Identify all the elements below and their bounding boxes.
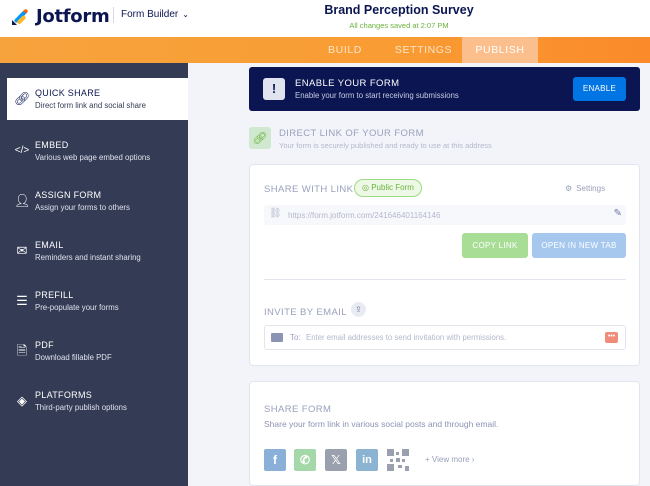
- prefill-icon: ☰: [16, 293, 28, 308]
- sidebar-item-assign-form[interactable]: 👤︎ ASSIGN FORM Assign your forms to othe…: [0, 178, 188, 228]
- sidebar-item-subtitle: Assign your forms to others: [35, 203, 130, 212]
- sidebar-item-embed[interactable]: </> EMBED Various web page embed options: [0, 128, 188, 178]
- settings-label: Settings: [576, 184, 606, 193]
- contacts-icon[interactable]: •••: [605, 332, 618, 343]
- public-form-label: Public Form: [371, 183, 414, 192]
- sidebar-item-quick-share[interactable]: 🔗︎ QUICK SHARE Direct form link and soci…: [7, 78, 188, 120]
- divider: [264, 279, 626, 280]
- sidebar-item-title: EMBED: [35, 140, 69, 150]
- tab-publish[interactable]: PUBLISH: [462, 37, 538, 63]
- share-with-link-label: SHARE WITH LINK: [264, 184, 354, 195]
- share-form-label: SHARE FORM: [264, 404, 332, 415]
- public-form-badge[interactable]: ◎ Public Form: [354, 179, 422, 197]
- sidebar-item-title: PDF: [35, 340, 54, 350]
- enable-button[interactable]: ENABLE: [573, 77, 626, 101]
- gear-icon: ⚙: [565, 184, 573, 193]
- link-icon: ⛓: [269, 208, 282, 219]
- publish-sidebar: 🔗︎ QUICK SHARE Direct form link and soci…: [0, 63, 188, 486]
- alert-icon: !: [263, 78, 285, 100]
- invite-email-field[interactable]: To: Enter email addresses to send invita…: [264, 325, 626, 350]
- to-label: To:: [290, 333, 301, 342]
- upload-icon[interactable]: ⇪: [351, 302, 366, 317]
- view-more-label: View more: [431, 455, 470, 464]
- sidebar-item-subtitle: Reminders and instant sharing: [35, 253, 141, 262]
- builder-tabs: BUILD SETTINGS PUBLISH: [0, 37, 650, 63]
- plus-icon: +: [425, 455, 430, 464]
- direct-link-title: DIRECT LINK OF YOUR FORM: [279, 128, 424, 139]
- chevron-right-icon: ›: [471, 455, 475, 464]
- sidebar-item-subtitle: Third-party publish options: [35, 403, 127, 412]
- share-form-subtitle: Share your form link in various social p…: [264, 419, 499, 429]
- sidebar-item-pdf[interactable]: 🗎︎ PDF Download fillable PDF: [0, 328, 188, 378]
- form-url-field[interactable]: ⛓ https://form.jotform.com/2416464011641…: [264, 205, 626, 225]
- users-icon: 👤︎: [14, 193, 31, 208]
- form-title[interactable]: Brand Perception Survey: [0, 3, 650, 17]
- share-form-card: SHARE FORM Share your form link in vario…: [249, 381, 640, 486]
- pdf-icon: 🗎︎: [16, 343, 28, 358]
- link-icon: 🔗︎: [14, 91, 31, 106]
- whatsapp-icon[interactable]: ✆: [294, 449, 316, 471]
- sidebar-item-title: PREFILL: [35, 290, 74, 300]
- sidebar-item-title: PLATFORMS: [35, 390, 93, 400]
- share-with-link-card: SHARE WITH LINK ◎ Public Form ⚙ Settings …: [249, 164, 640, 366]
- form-url: https://form.jotform.com/241646401164146: [288, 211, 441, 220]
- invite-by-email-label: INVITE BY EMAIL: [264, 307, 347, 318]
- direct-link-subtitle: Your form is securely published and read…: [279, 141, 492, 150]
- code-icon: </>: [14, 145, 30, 156]
- envelope-icon: [271, 333, 283, 342]
- sidebar-item-subtitle: Pre-populate your forms: [35, 303, 119, 312]
- sidebar-item-title: EMAIL: [35, 240, 64, 250]
- tab-settings[interactable]: SETTINGS: [385, 37, 462, 63]
- email-placeholder: Enter email addresses to send invitation…: [306, 333, 507, 342]
- top-bar: Jotform Form Builder ⌄ Brand Perception …: [0, 0, 650, 37]
- x-icon[interactable]: 𝕏: [325, 449, 347, 471]
- view-more-button[interactable]: + View more ›: [425, 455, 474, 464]
- sidebar-item-subtitle: Various web page embed options: [35, 153, 151, 162]
- link-settings-button[interactable]: ⚙ Settings: [565, 184, 605, 193]
- sidebar-item-email[interactable]: ✉ EMAIL Reminders and instant sharing: [0, 228, 188, 278]
- sidebar-item-prefill[interactable]: ☰ PREFILL Pre-populate your forms: [0, 278, 188, 328]
- enable-banner-subtitle: Enable your form to start receiving subm…: [295, 91, 459, 100]
- qr-code-icon[interactable]: [387, 449, 409, 471]
- sidebar-item-platforms[interactable]: ◈ PLATFORMS Third-party publish options: [0, 378, 188, 428]
- enable-banner-title: ENABLE YOUR FORM: [295, 78, 400, 89]
- envelope-icon: ✉: [16, 243, 28, 258]
- copy-link-button[interactable]: COPY LINK: [462, 233, 528, 258]
- sidebar-item-title: QUICK SHARE: [35, 88, 101, 98]
- enable-form-banner: ! ENABLE YOUR FORM Enable your form to s…: [249, 67, 640, 111]
- layers-icon: ◈: [17, 393, 27, 408]
- open-in-new-tab-button[interactable]: OPEN IN NEW TAB: [532, 233, 626, 258]
- link-icon: 🔗︎: [249, 127, 271, 149]
- tab-build[interactable]: BUILD: [305, 37, 385, 63]
- facebook-icon[interactable]: f: [264, 449, 286, 471]
- sidebar-item-subtitle: Download fillable PDF: [35, 353, 112, 362]
- globe-icon: ◎: [362, 183, 369, 192]
- edit-pencil-icon[interactable]: ✎: [614, 208, 622, 219]
- linkedin-icon[interactable]: in: [356, 449, 378, 471]
- sidebar-item-title: ASSIGN FORM: [35, 190, 102, 200]
- save-status: All changes saved at 2:07 PM: [349, 21, 449, 30]
- sidebar-item-subtitle: Direct form link and social share: [35, 101, 146, 110]
